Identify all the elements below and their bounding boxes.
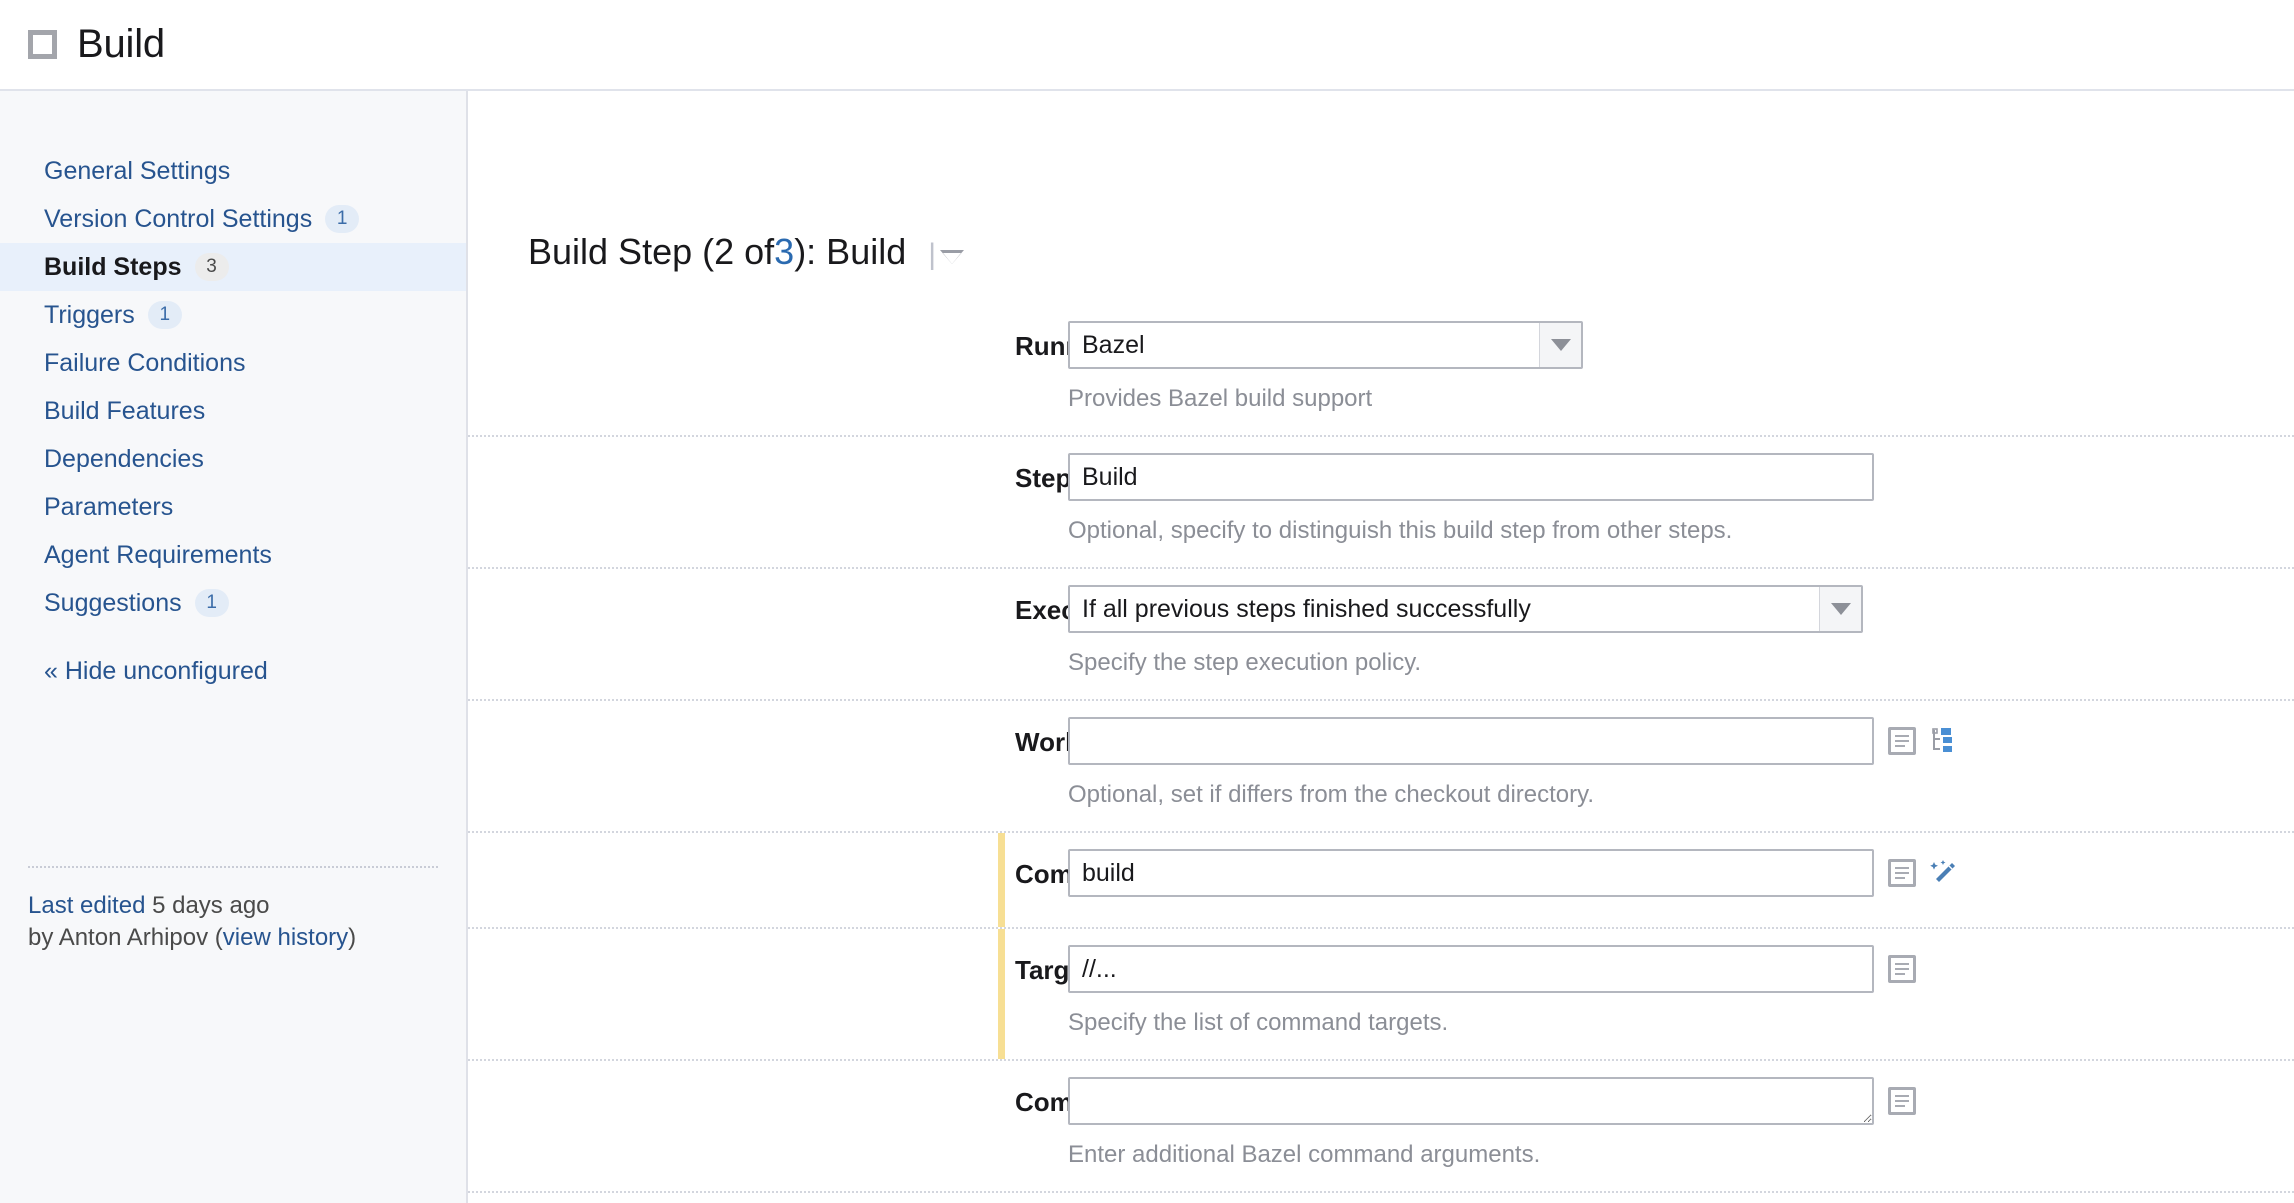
sidebar-item-build-features[interactable]: Build Features: [0, 387, 466, 435]
form-row-working-directory: Working directory:?: [468, 699, 2294, 831]
sidebar-item-agent-requirements[interactable]: Agent Requirements: [0, 531, 466, 579]
execute-step-value: If all previous steps finished successfu…: [1070, 595, 1819, 624]
sidebar-item-general-settings[interactable]: General Settings: [0, 147, 466, 195]
sidebar-item-badge: 3: [195, 253, 229, 281]
sidebar-item-label: Version Control Settings: [44, 205, 312, 234]
step-name-label: Step name:: [468, 437, 1068, 567]
last-edited-value: 5 days ago: [145, 892, 269, 919]
hide-unconfigured-link[interactable]: « Hide unconfigured: [0, 657, 466, 686]
command-arguments-hint: Enter additional Bazel command arguments…: [1068, 1141, 2294, 1169]
sidebar-item-label: Suggestions: [44, 589, 182, 618]
sidebar-item-label: Build Steps: [44, 253, 182, 282]
author-suffix: ): [348, 924, 356, 951]
runner-type-hint: Provides Bazel build support: [1068, 385, 2294, 413]
form-row-execute-step: Execute step:? If all previous steps fin…: [468, 567, 2294, 699]
targets-label: Targets:?: [468, 929, 1068, 1059]
heading-separator: |: [928, 238, 936, 272]
sidebar-item-badge: 1: [148, 301, 182, 329]
sidebar-item-label: General Settings: [44, 157, 230, 186]
build-step-form: Runner type: Bazel Provides Bazel build …: [468, 305, 2294, 1203]
runner-type-select[interactable]: Bazel: [1068, 321, 1583, 369]
form-row-step-name: Step name: Optional, specify to distingu…: [468, 435, 2294, 567]
last-edited-line: Last edited 5 days ago: [28, 890, 438, 922]
form-row-command: Command:?*: [468, 831, 2294, 927]
targets-hint: Specify the list of command targets.: [1068, 1009, 2294, 1037]
command-input[interactable]: [1068, 849, 1874, 897]
step-name-input[interactable]: [1068, 453, 1874, 501]
square-outline-icon: [28, 30, 57, 59]
runner-type-label: Runner type:: [468, 305, 1068, 435]
sidebar-item-badge: 1: [195, 589, 229, 617]
last-edited-link[interactable]: Last edited: [28, 892, 145, 919]
sidebar-item-label: Agent Requirements: [44, 541, 272, 570]
sidebar-item-version-control-settings[interactable]: Version Control Settings 1: [0, 195, 466, 243]
sidebar-item-label: Parameters: [44, 493, 173, 522]
chevron-down-icon[interactable]: [940, 250, 964, 264]
command-arguments-label: Command arguments:: [468, 1061, 1068, 1191]
startup-options-label: Startup options:?: [468, 1193, 1068, 1203]
sidebar-item-build-steps[interactable]: Build Steps 3: [0, 243, 466, 291]
view-history-link[interactable]: view history: [223, 924, 348, 951]
parameter-list-icon[interactable]: [1888, 1087, 1916, 1115]
page-title: Build: [77, 22, 165, 67]
sidebar-item-failure-conditions[interactable]: Failure Conditions: [0, 339, 466, 387]
form-row-runner-type: Runner type: Bazel Provides Bazel build …: [468, 305, 2294, 435]
sidebar-item-parameters[interactable]: Parameters: [0, 483, 466, 531]
sidebar-item-label: Triggers: [44, 301, 135, 330]
parameter-list-icon[interactable]: [1888, 859, 1916, 887]
execute-step-select[interactable]: If all previous steps finished successfu…: [1068, 585, 1863, 633]
chevron-down-icon: [1539, 323, 1581, 367]
targets-input[interactable]: [1068, 945, 1874, 993]
sidebar-footer: Last edited 5 days ago by Anton Arhipov …: [0, 866, 466, 955]
sidebar-item-badge: 1: [325, 205, 359, 233]
sidebar-item-suggestions[interactable]: Suggestions 1: [0, 579, 466, 627]
form-row-command-arguments: Command arguments: Enter additional Baze…: [468, 1059, 2294, 1191]
heading-prefix: Build Step (2 of: [528, 231, 774, 273]
magic-wand-icon[interactable]: [1930, 859, 1958, 887]
author-line: by Anton Arhipov (view history): [28, 922, 438, 954]
form-row-startup-options: Startup options:? Enter Bazel startup op…: [468, 1191, 2294, 1203]
window-titlebar: Build: [0, 0, 2294, 91]
build-step-heading: Build Step (2 of 3): Build |: [528, 231, 2294, 273]
command-label: Command:?*: [468, 833, 1068, 927]
sidebar-item-label: Dependencies: [44, 445, 204, 474]
execute-step-label: Execute step:?: [468, 569, 1068, 699]
directory-tree-icon[interactable]: [1930, 727, 1958, 755]
sidebar: General Settings Version Control Setting…: [0, 91, 468, 1203]
form-row-targets: Targets:? Specify the list of command ta…: [468, 927, 2294, 1059]
sidebar-item-dependencies[interactable]: Dependencies: [0, 435, 466, 483]
main-content: Build Step (2 of 3): Build | Runner type…: [468, 91, 2294, 1203]
parameter-list-icon[interactable]: [1888, 955, 1916, 983]
step-name-hint: Optional, specify to distinguish this bu…: [1068, 517, 2294, 545]
heading-suffix: ): Build: [794, 231, 906, 273]
heading-step-count: 3: [774, 231, 794, 273]
sidebar-item-triggers[interactable]: Triggers 1: [0, 291, 466, 339]
working-directory-label: Working directory:?: [468, 701, 1068, 831]
parameter-list-icon[interactable]: [1888, 727, 1916, 755]
working-directory-hint: Optional, set if differs from the checko…: [1068, 781, 2294, 809]
execute-step-hint: Specify the step execution policy.: [1068, 649, 2294, 677]
author-prefix: by Anton Arhipov (: [28, 924, 223, 951]
working-directory-input[interactable]: [1068, 717, 1874, 765]
runner-type-value: Bazel: [1070, 331, 1539, 360]
page-layout: General Settings Version Control Setting…: [0, 91, 2294, 1203]
sidebar-item-label: Failure Conditions: [44, 349, 246, 378]
sidebar-item-label: Build Features: [44, 397, 205, 426]
footer-divider: [28, 866, 438, 868]
chevron-down-icon: [1819, 587, 1861, 631]
command-arguments-textarea[interactable]: [1068, 1077, 1874, 1125]
